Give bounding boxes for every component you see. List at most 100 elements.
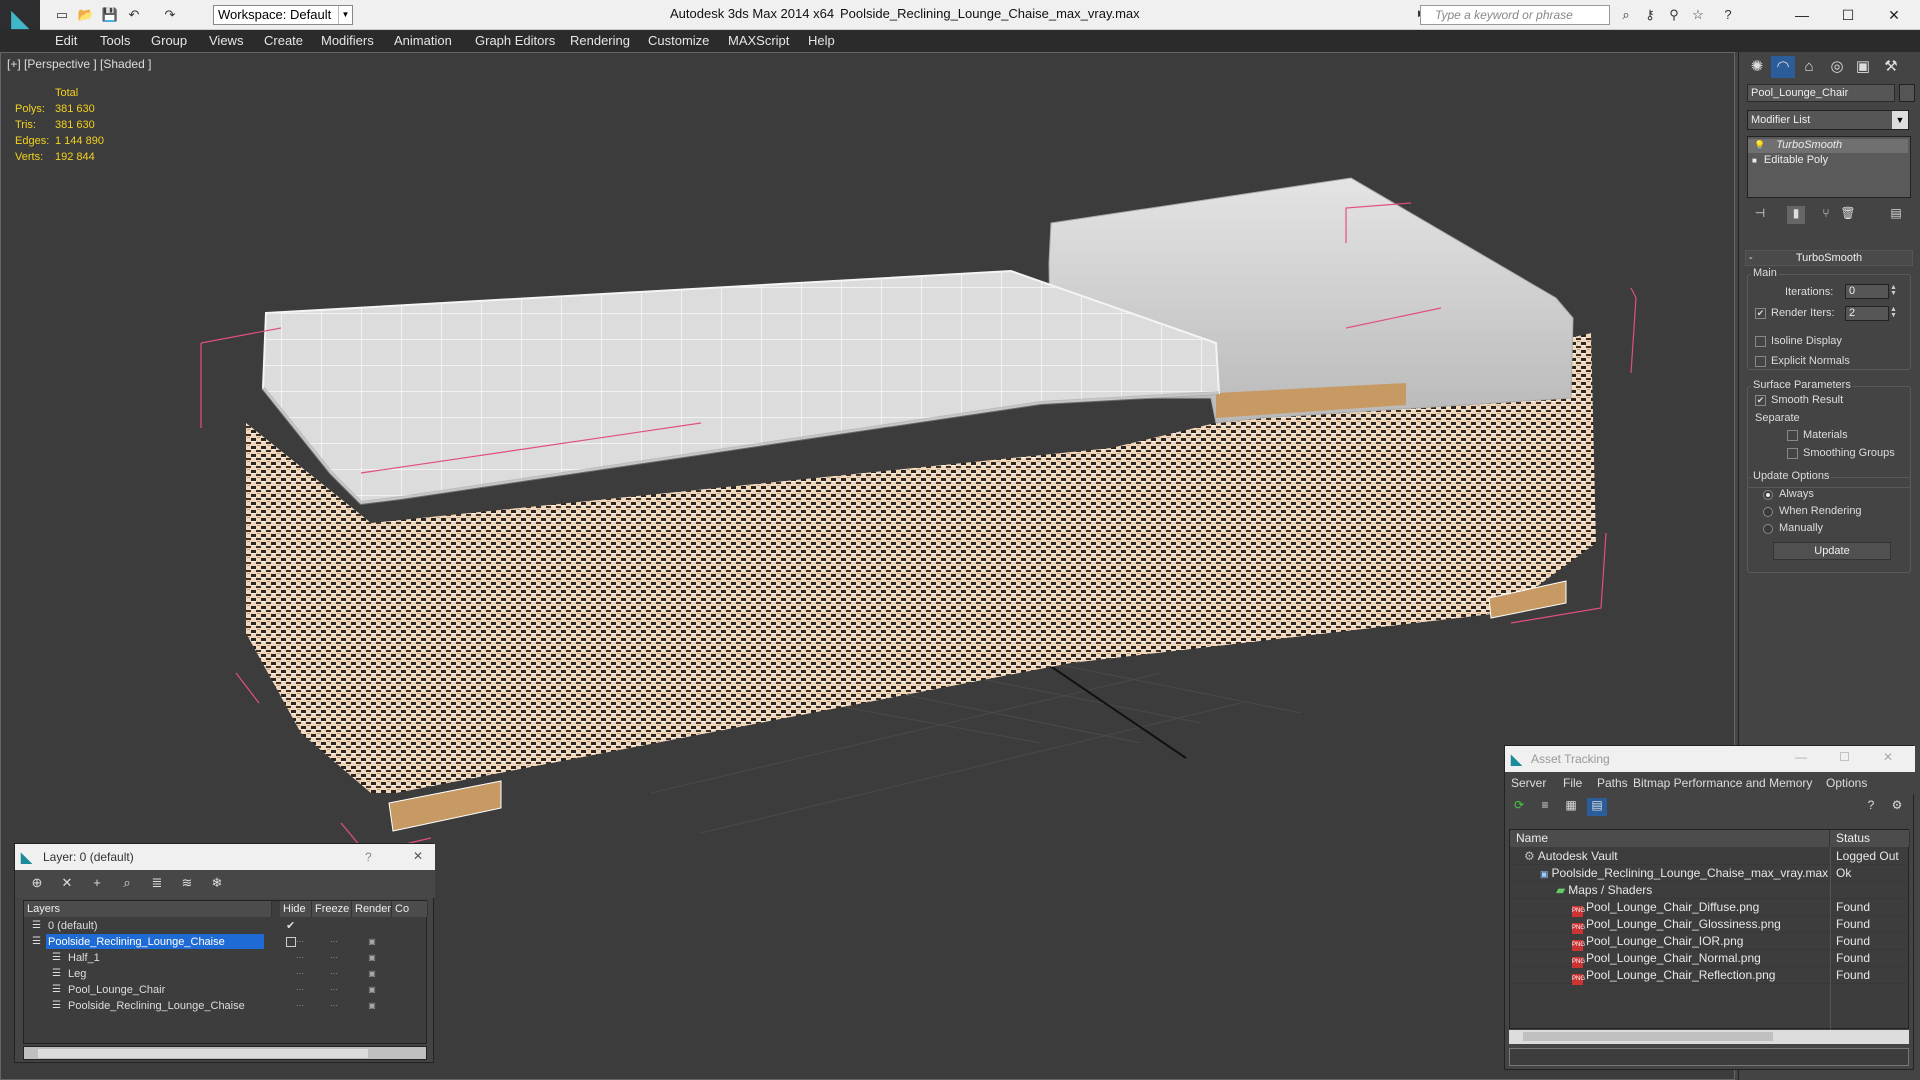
refresh-icon[interactable]: ⟳ — [1509, 798, 1529, 816]
render-toggle-icon[interactable]: ▣ — [366, 1001, 378, 1011]
when-rendering-radio[interactable] — [1763, 507, 1773, 517]
close-icon[interactable]: ✕ — [1883, 750, 1893, 764]
search-input[interactable]: Type a keyword or phrase — [1420, 5, 1610, 25]
utilities-tab-icon[interactable]: ⚒ — [1879, 56, 1903, 78]
layer-row[interactable]: ☰ Poolside_Reclining_Lounge_Chaise ··· ··· ▣ — [24, 934, 428, 950]
menu-tools[interactable]: Tools — [100, 33, 130, 48]
smoothing-groups-checkbox[interactable] — [1787, 448, 1798, 459]
manually-radio[interactable] — [1763, 524, 1773, 534]
column-header-status[interactable]: Status — [1830, 830, 1910, 847]
show-end-result-icon[interactable]: ▮ — [1787, 206, 1805, 224]
column-header-color[interactable]: Co — [392, 901, 428, 917]
asset-row[interactable]: PNGPool_Lounge_Chair_Reflection.png Found — [1510, 967, 1910, 985]
asset-row[interactable]: ▣ Poolside_Reclining_Lounge_Chaise_max_vr… — [1510, 865, 1910, 882]
hierarchy-tab-icon[interactable]: ⌂ — [1797, 56, 1821, 78]
expand-box-icon[interactable]: ■ — [1752, 156, 1757, 165]
layer-name[interactable]: 0 (default) — [46, 918, 98, 933]
object-name-field[interactable]: Pool_Lounge_Chair — [1747, 84, 1895, 102]
highlight-layer-icon[interactable]: ≣ — [147, 875, 167, 893]
close-icon[interactable]: ✕ — [1874, 4, 1914, 26]
add-to-layer-icon[interactable]: + — [87, 875, 107, 893]
pin-stack-icon[interactable]: ⊣ — [1751, 206, 1769, 224]
stack-item-editable-poly[interactable]: ■ Editable Poly — [1752, 154, 1828, 166]
key-icon[interactable]: ⚷ — [1640, 7, 1660, 23]
render-toggle-icon[interactable]: ▣ — [366, 985, 378, 995]
menu-maxscript[interactable]: MAXScript — [728, 33, 789, 48]
layer-dialog-titlebar[interactable]: ◣ Layer: 0 (default) ? ✕ — [15, 844, 435, 870]
layer-icon[interactable]: ☰ — [52, 966, 61, 982]
menu-modifiers[interactable]: Modifiers — [321, 33, 374, 48]
minimize-icon[interactable]: — — [1782, 4, 1822, 26]
freeze-toggle-icon[interactable]: ··· — [328, 1001, 340, 1011]
scrollbar-thumb[interactable] — [38, 1049, 368, 1058]
column-header-hide[interactable]: Hide — [280, 901, 312, 917]
motion-tab-icon[interactable]: ◎ — [1825, 56, 1849, 78]
close-icon[interactable]: ✕ — [413, 849, 423, 863]
create-tab-icon[interactable]: ✺ — [1745, 56, 1769, 78]
layer-name[interactable]: Poolside_Reclining_Lounge_Chaise — [66, 998, 245, 1013]
modifier-list-dropdown[interactable]: Modifier List ▼ — [1747, 110, 1909, 130]
create-layer-icon[interactable]: ⊕ — [27, 875, 47, 893]
select-objects-icon[interactable]: ⌕ — [117, 875, 137, 893]
layer-row[interactable]: ☰ Pool_Lounge_Chair ··· ··· ▣ — [24, 982, 428, 998]
smooth-result-checkbox[interactable]: ✔ — [1755, 395, 1766, 406]
hide-all-icon[interactable]: ≋ — [177, 875, 197, 893]
asset-row[interactable]: PNGPool_Lounge_Chair_Diffuse.png Found — [1510, 899, 1910, 917]
layer-horizontal-scrollbar[interactable] — [23, 1046, 427, 1060]
current-layer-check-icon[interactable]: ✔ — [286, 918, 295, 934]
menu-bitmap-performance[interactable]: Bitmap Performance and Memory — [1633, 776, 1812, 790]
vault-help-icon[interactable]: ? — [1861, 798, 1881, 816]
binoculars-icon[interactable]: ⌕ — [1616, 7, 1636, 23]
modify-tab-icon[interactable]: ◠ — [1771, 56, 1795, 78]
update-button[interactable]: Update — [1773, 542, 1891, 560]
scrollbar-thumb[interactable] — [1523, 1032, 1773, 1041]
workspace-dropdown[interactable]: Workspace: Default ▼ — [213, 5, 353, 25]
stack-item-turbosmooth[interactable]: 💡 TurboSmooth — [1748, 139, 1908, 153]
maximize-icon[interactable]: ☐ — [1828, 4, 1868, 26]
layer-icon[interactable]: ☰ — [32, 934, 41, 950]
column-header-render[interactable]: Render — [352, 901, 392, 917]
layer-name[interactable]: Half_1 — [66, 950, 100, 965]
help-icon[interactable]: ? — [365, 850, 372, 864]
asset-path-field[interactable] — [1509, 1048, 1909, 1066]
hide-toggle-icon[interactable]: ··· — [294, 937, 306, 947]
menu-customize[interactable]: Customize — [648, 33, 709, 48]
menu-animation[interactable]: Animation — [394, 33, 452, 48]
maximize-icon[interactable]: ☐ — [1839, 750, 1850, 764]
asset-row[interactable]: PNGPool_Lounge_Chair_IOR.png Found — [1510, 933, 1910, 951]
freeze-toggle-icon[interactable]: ··· — [328, 937, 340, 947]
star-icon[interactable]: ☆ — [1688, 7, 1708, 23]
save-file-icon[interactable]: 💾 — [100, 7, 120, 23]
viewport-label[interactable]: [+] [Perspective ] [Shaded ] — [7, 57, 151, 71]
redo-icon[interactable]: ↷ — [160, 7, 180, 23]
layer-icon[interactable]: ☰ — [52, 982, 61, 998]
spinner-arrows-icon[interactable]: ▲ ▼ — [1890, 284, 1898, 298]
configure-sets-icon[interactable]: ▤ — [1887, 206, 1905, 224]
materials-checkbox[interactable] — [1787, 430, 1798, 441]
asset-row[interactable]: ▰ Maps / Shaders — [1510, 882, 1910, 899]
always-radio[interactable] — [1763, 490, 1773, 500]
render-iters-checkbox[interactable]: ✔ — [1755, 308, 1766, 319]
asset-horizontal-scrollbar[interactable] — [1509, 1030, 1909, 1044]
minimize-icon[interactable]: — — [1795, 750, 1807, 764]
object-color-swatch[interactable] — [1899, 84, 1915, 102]
layer-name[interactable]: Leg — [66, 966, 86, 981]
layer-row[interactable]: ☰ Leg ··· ··· ▣ — [24, 966, 428, 982]
render-toggle-icon[interactable]: ▣ — [366, 937, 378, 947]
list-view-icon[interactable]: ≡ — [1535, 798, 1555, 816]
layer-name[interactable]: Poolside_Reclining_Lounge_Chaise — [46, 934, 264, 949]
column-header-freeze[interactable]: Freeze — [312, 901, 352, 917]
menu-group[interactable]: Group — [151, 33, 187, 48]
iterations-spinner[interactable]: 0 ▲ ▼ — [1845, 284, 1897, 299]
remove-modifier-icon[interactable]: 🗑 — [1839, 206, 1857, 224]
open-file-icon[interactable]: 📂 — [76, 7, 96, 23]
undo-icon[interactable]: ↶ — [124, 7, 144, 23]
explicit-normals-checkbox[interactable] — [1755, 356, 1766, 367]
layer-name[interactable]: Pool_Lounge_Chair — [66, 982, 165, 997]
layer-icon[interactable]: ☰ — [52, 998, 61, 1014]
menu-file[interactable]: File — [1563, 776, 1582, 790]
layer-icon[interactable]: ☰ — [32, 918, 41, 934]
menu-help[interactable]: Help — [808, 33, 835, 48]
menu-edit[interactable]: Edit — [55, 33, 77, 48]
menu-graph-editors[interactable]: Graph Editors — [475, 33, 555, 48]
